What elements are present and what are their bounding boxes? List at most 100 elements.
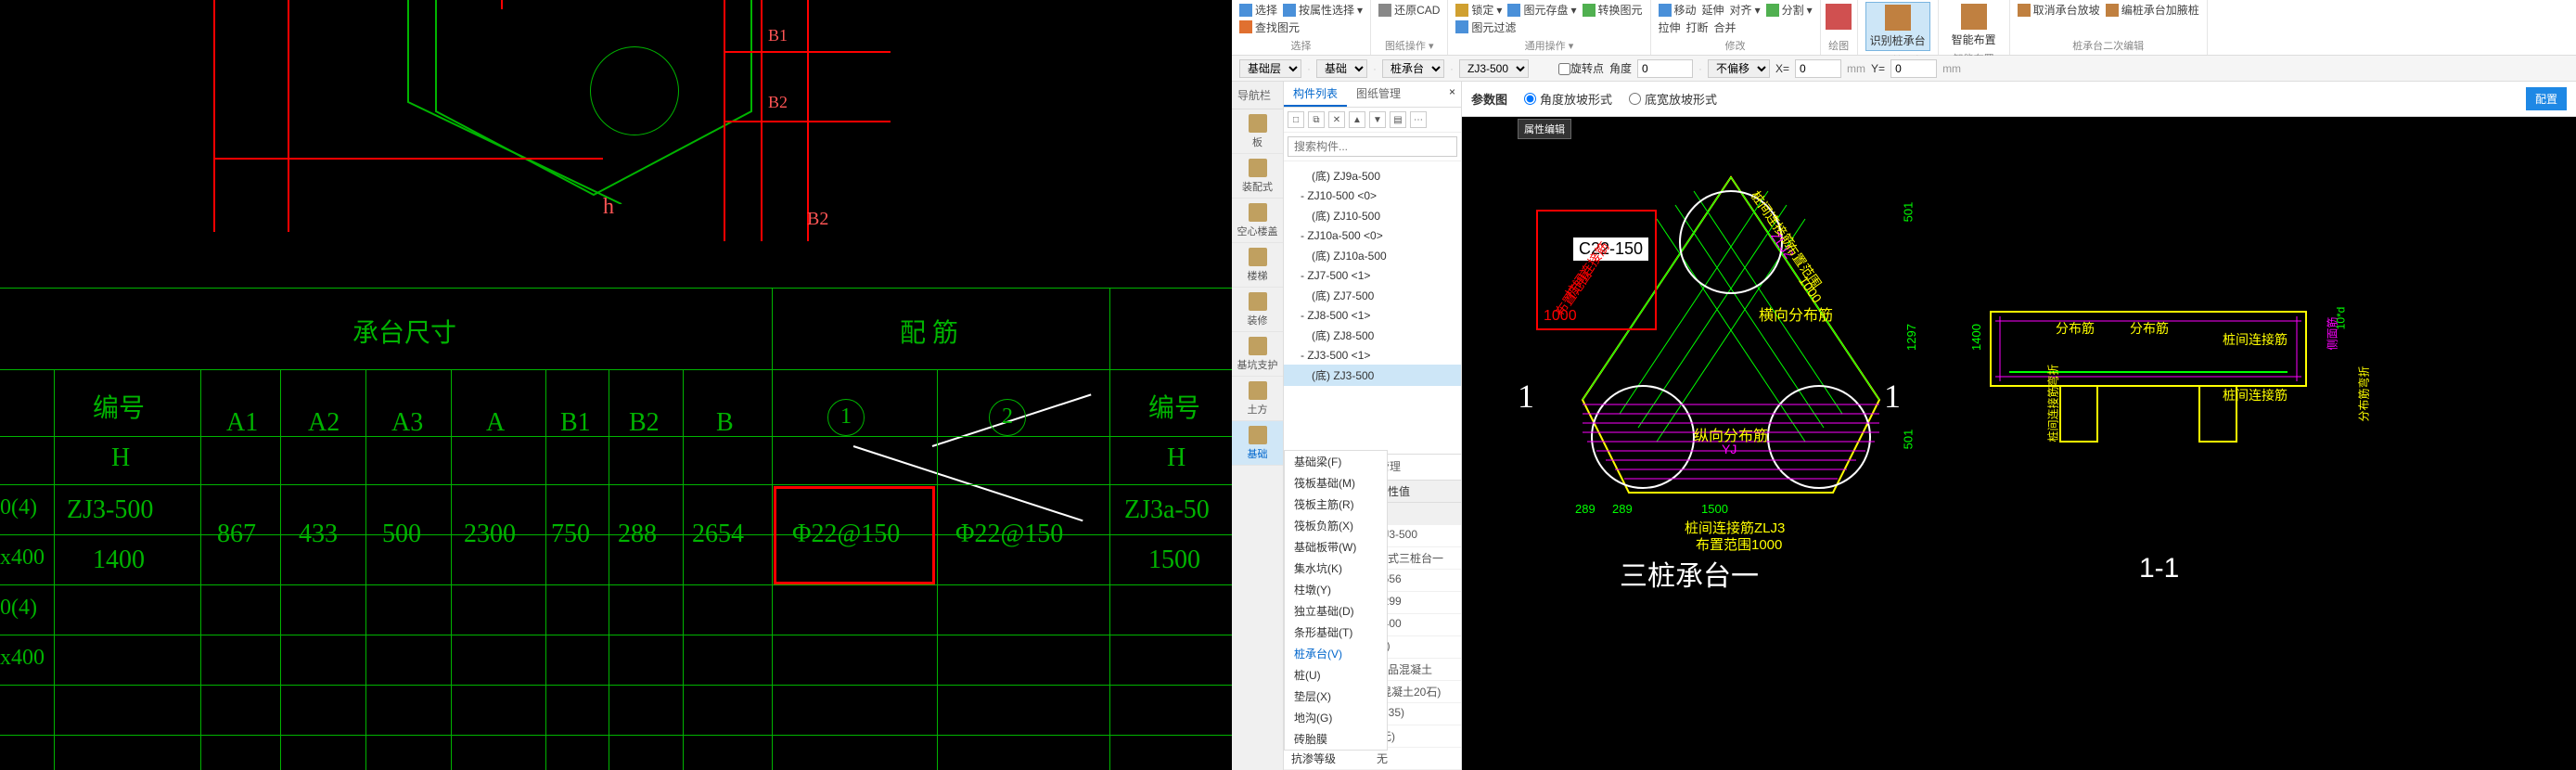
sublist-item[interactable]: 条形基础(T) [1285,622,1387,643]
filter-element-button[interactable]: 图元过滤 [1455,19,1516,35]
category-select[interactable]: 基础 [1316,59,1367,78]
sublist-item[interactable]: 基础梁(F) [1285,451,1387,472]
tree-item[interactable]: - ZJ7-500 <1> [1284,266,1461,285]
recognize-cap-button[interactable]: 识别桩承台 [1865,2,1930,51]
filter-icon[interactable]: ▤ [1390,111,1406,128]
label: 对齐 [1730,2,1752,18]
dim-line [213,158,603,160]
row-left-2: x400 [0,545,45,571]
dim-289b: 289 [1612,502,1633,516]
x-input[interactable] [1795,59,1841,78]
find-element-button[interactable]: 查找图元 [1239,19,1300,35]
properties-tag[interactable]: 属性编辑 [1518,119,1571,139]
row-left-4: x400 [0,646,45,671]
nav-item-空心楼盖[interactable]: 空心楼盖 [1232,199,1283,243]
sublist-item[interactable]: 桩(U) [1285,664,1387,686]
sublist-item[interactable]: 筏板基础(M) [1285,472,1387,494]
delete-icon[interactable]: ✕ [1328,111,1345,128]
row-zj3: ZJ3-500 [67,495,153,525]
property-row[interactable]: 抗渗等级无 [1284,748,1461,770]
layer-select[interactable]: 基础层 [1239,59,1301,78]
copy-icon[interactable]: ⧉ [1308,111,1325,128]
nav-item-基础[interactable]: 基础 [1232,421,1283,466]
rotate-checkbox[interactable]: 旋转点 [1558,60,1604,76]
panel-tabs: 构件列表 图纸管理 × [1284,82,1461,108]
diagram-canvas[interactable]: 属性编辑 [1462,117,2576,770]
restore-cad-button[interactable]: 还原CAD [1378,2,1440,18]
tree-item[interactable]: - ZJ10a-500 <0> [1284,226,1461,245]
col-2: 2 [1002,404,1013,430]
nav-item-板[interactable]: 板 [1232,109,1283,154]
nav-column: 导航栏 板装配式空心楼盖楼梯装修基坑支护土方基础 [1232,82,1284,770]
member-select[interactable]: ZJ3-500 [1459,59,1529,78]
lock-button[interactable]: 锁定 ▾ [1455,2,1502,18]
tree-item[interactable]: - ZJ8-500 <1> [1284,306,1461,325]
sublist-item[interactable]: 柱墩(Y) [1285,579,1387,600]
select-by-attr-button[interactable]: 按属性选择 ▾ [1283,2,1363,18]
convert-element-button[interactable]: 转换图元 [1583,2,1643,18]
split-button[interactable]: 分割 ▾ [1766,2,1813,18]
tree-item[interactable]: (底) ZJ10a-500 [1284,245,1461,266]
sublist-item[interactable]: 筏板主筋(R) [1285,494,1387,515]
cad-drawing-view[interactable]: h B1 B2 B2 承台尺寸 配 筋 编号 H A1 A2 A3 A B1 B… [0,0,1232,770]
sublist-item[interactable]: 筏板负筋(X) [1285,515,1387,536]
config-button[interactable]: 配置 [2526,87,2567,110]
tree-item[interactable]: (底) ZJ9a-500 [1284,165,1461,186]
nav-item-土方[interactable]: 土方 [1232,377,1283,421]
break-button[interactable]: 打断 [1686,19,1709,35]
smart-layout-button[interactable]: 智能布置 [1946,2,2002,49]
tree-item[interactable]: (底) ZJ3-500 [1284,365,1461,386]
tree-item[interactable]: - ZJ3-500 <1> [1284,346,1461,365]
nav-item-装配式[interactable]: 装配式 [1232,154,1283,199]
new-icon[interactable]: □ [1288,111,1304,128]
select-button[interactable]: 选择 [1239,2,1277,18]
edit-haunch-button[interactable]: 编桩承台加腋桩 [2106,2,2199,18]
sublist-item[interactable]: 垫层(X) [1285,686,1387,707]
tab-drawing-mgmt[interactable]: 图纸管理 [1347,82,1410,107]
sublist-item[interactable]: 桩承台(V) [1285,643,1387,664]
nav-item-基坑支护[interactable]: 基坑支护 [1232,332,1283,377]
y-input[interactable] [1890,59,1937,78]
row-left-3: 0(4) [0,596,37,621]
nav-item-楼梯[interactable]: 楼梯 [1232,243,1283,288]
grid-line [1109,288,1110,770]
down-icon[interactable]: ▼ [1369,111,1386,128]
extend-button[interactable]: 延伸 [1702,2,1724,18]
move-button[interactable]: 移动 [1659,2,1697,18]
tree-item[interactable]: (底) ZJ7-500 [1284,285,1461,306]
cell-b2: 288 [618,520,657,549]
slope-angle-radio[interactable]: 角度放坡形式 [1524,90,1612,108]
angle-input[interactable] [1637,59,1693,78]
grid-line [0,735,1232,736]
tree-item[interactable]: (底) ZJ8-500 [1284,325,1461,346]
yj-label: YJ [1722,442,1737,456]
more-icon[interactable]: ⋯ [1410,111,1427,128]
hfb-label: 横向分布筋 [1759,302,1833,325]
merge-button[interactable]: 合并 [1714,19,1737,35]
component-tree[interactable]: (底) ZJ9a-500- ZJ10-500 <0>(底) ZJ10-500- … [1284,161,1461,454]
tree-item[interactable]: (底) ZJ10-500 [1284,205,1461,226]
dim-289a: 289 [1575,502,1596,516]
close-panel-icon[interactable]: × [1443,82,1461,107]
nav-item-装修[interactable]: 装修 [1232,288,1283,332]
stretch-button[interactable]: 拉伸 [1659,19,1681,35]
sublist-item[interactable]: 砖胎膜 [1285,728,1387,750]
save-element-button[interactable]: 图元存盘 ▾ [1507,2,1576,18]
sublist-item[interactable]: 独立基础(D) [1285,600,1387,622]
align-button[interactable]: 对齐 ▾ [1730,2,1761,18]
draw-button[interactable] [1828,2,1850,32]
tree-item[interactable]: - ZJ10-500 <0> [1284,186,1461,205]
sec-10d: 10*d [2334,307,2347,330]
cancel-slope-button[interactable]: 取消承台放坡 [2018,2,2100,18]
slope-width-radio[interactable]: 底宽放坡形式 [1629,90,1717,108]
tab-component-list[interactable]: 构件列表 [1284,82,1347,107]
sublist-item[interactable]: 基础板带(W) [1285,536,1387,558]
sublist-item[interactable]: 集水坑(K) [1285,558,1387,579]
search-input[interactable] [1288,136,1457,157]
group-label: 图纸操作 ▾ [1378,36,1440,53]
up-icon[interactable]: ▲ [1349,111,1365,128]
type-select[interactable]: 桩承台 [1382,59,1444,78]
offset-select[interactable]: 不偏移 [1708,59,1770,78]
ribbon-group-select: 选择 按属性选择 ▾ 查找图元 选择 [1232,0,1371,55]
sublist-item[interactable]: 地沟(G) [1285,707,1387,728]
